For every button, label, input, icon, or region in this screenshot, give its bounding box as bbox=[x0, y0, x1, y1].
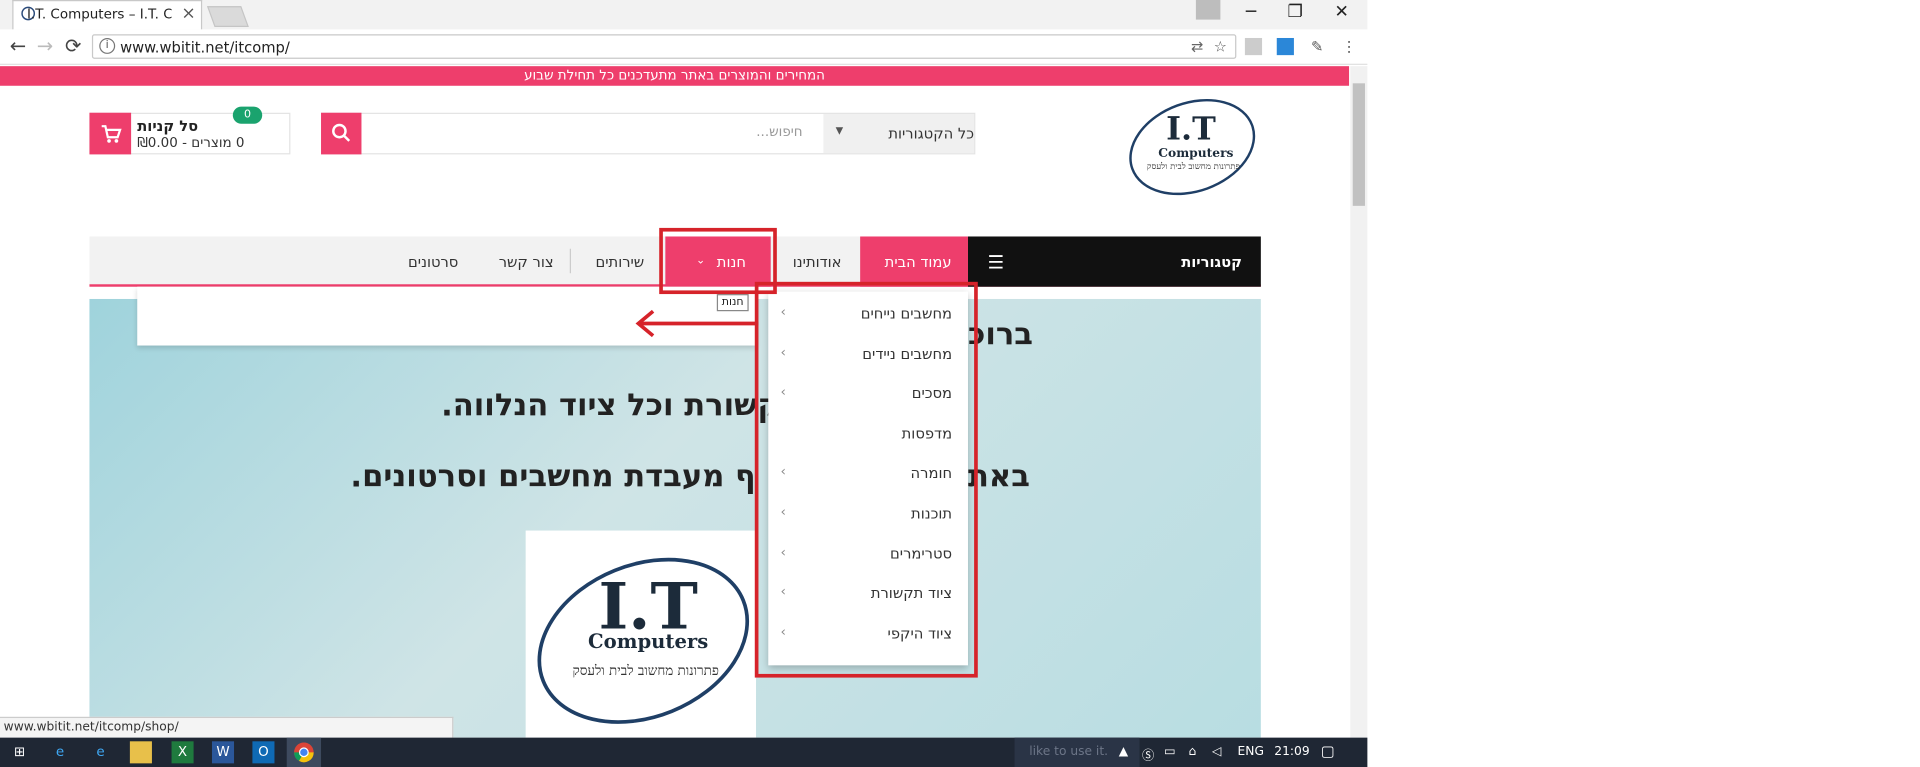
hero-logo-image: I.T Computers פתרונות מחשוב לבית ולעסק bbox=[537, 557, 750, 724]
tray-chevron-up-icon[interactable]: ▲ bbox=[1119, 745, 1128, 758]
download-extension-icon[interactable] bbox=[1276, 37, 1294, 56]
logo-main-text: I.T bbox=[1166, 110, 1216, 148]
search-input[interactable]: חיפוש... bbox=[368, 124, 802, 140]
hero-logo-tagline: פתרונות מחשוב לבית ולעסק bbox=[573, 663, 719, 679]
chrome-menu-icon[interactable]: ⋮ bbox=[1340, 38, 1357, 55]
excel-icon[interactable]: X bbox=[171, 741, 194, 764]
new-tab-button[interactable] bbox=[206, 6, 249, 27]
hero-line-3b: ף מעבדת מחשבים וסרטונים. bbox=[350, 458, 756, 494]
edge-icon[interactable]: e bbox=[89, 741, 111, 763]
site-info-icon[interactable]: i bbox=[99, 37, 116, 54]
tray-volume-icon[interactable]: ◁ bbox=[1212, 745, 1221, 758]
windows-start-icon[interactable]: ⊞ bbox=[9, 741, 31, 763]
tray-skype-icon[interactable]: Ⓢ bbox=[1142, 745, 1154, 763]
annotation-box-dropdown bbox=[754, 281, 978, 678]
cart-button[interactable] bbox=[89, 112, 132, 155]
close-window-icon[interactable]: ✕ bbox=[1329, 2, 1354, 22]
logo-sub-text: Computers bbox=[1158, 145, 1233, 160]
action-center-icon[interactable]: ▢ bbox=[1321, 743, 1335, 760]
annotation-arrow-icon bbox=[635, 309, 759, 338]
search-icon bbox=[332, 123, 351, 142]
menu-item-contact[interactable]: צור קשר bbox=[499, 254, 554, 271]
chevron-down-icon: ▼ bbox=[835, 124, 844, 137]
tray-language[interactable]: ENG bbox=[1238, 745, 1264, 758]
cart-count-badge: 0 bbox=[232, 106, 263, 124]
hero-line-2: קשורת וכל ציוד הנלווה. bbox=[441, 387, 780, 423]
categories-label: קטגוריות bbox=[1181, 253, 1242, 271]
profile-icon[interactable] bbox=[1195, 0, 1221, 20]
eyedropper-extension-icon[interactable]: ✎ bbox=[1309, 38, 1326, 55]
search-button[interactable] bbox=[321, 112, 362, 155]
file-explorer-icon[interactable] bbox=[129, 741, 152, 764]
notification-toast-text: like to use it. bbox=[1029, 744, 1109, 759]
url-text[interactable]: www.wbitit.net/itcomp/ bbox=[120, 39, 290, 56]
screenshot-stage: I.T. Computers – I.T. Com × ─ ❐ ✕ ← → ⟳ … bbox=[0, 0, 1368, 767]
tab-strip bbox=[0, 0, 1368, 30]
menu-item-services[interactable]: שירותים bbox=[595, 254, 644, 271]
ie-icon[interactable]: e bbox=[49, 741, 71, 763]
tray-clock[interactable]: 21:09 bbox=[1274, 745, 1309, 758]
menu-item-videos[interactable]: סרטונים bbox=[408, 254, 458, 271]
windows-taskbar bbox=[0, 737, 1368, 767]
back-icon[interactable]: ← bbox=[10, 34, 26, 57]
outlook-icon[interactable]: O bbox=[252, 741, 275, 764]
pdf-extension-icon[interactable] bbox=[1244, 37, 1263, 56]
cart-summary: 0 מוצרים - ₪0.00 bbox=[137, 134, 245, 151]
shopping-cart-icon bbox=[101, 125, 122, 143]
category-select-label: כל הקטגוריות bbox=[888, 124, 975, 143]
bookmark-star-icon[interactable]: ☆ bbox=[1212, 38, 1229, 55]
promo-banner: המחירים והמוצרים באתר מתעדכנים כל תחילת … bbox=[0, 66, 1350, 86]
status-bar-url: www.wbitit.net/itcomp/shop/ bbox=[0, 716, 454, 738]
tray-battery-icon[interactable]: ▭ bbox=[1164, 745, 1176, 758]
tab-title: I.T. Computers – I.T. Com bbox=[26, 6, 172, 23]
scrollbar-thumb[interactable] bbox=[1352, 83, 1365, 206]
chrome-icon bbox=[294, 742, 314, 763]
logo-tagline: פתרונות מחשוב לבית ולעסק bbox=[1147, 162, 1241, 172]
word-icon[interactable]: W bbox=[211, 741, 235, 764]
menu-home-label: עמוד הבית bbox=[884, 253, 952, 271]
tray-network-icon[interactable]: ⌂ bbox=[1189, 745, 1197, 758]
minimize-icon[interactable]: ─ bbox=[1239, 2, 1264, 22]
hero-logo-card: I.T Computers פתרונות מחשוב לבית ולעסק bbox=[525, 530, 757, 738]
restore-icon[interactable]: ❐ bbox=[1283, 2, 1308, 22]
tab-close-icon[interactable]: × bbox=[181, 4, 195, 24]
hamburger-icon: ☰ bbox=[987, 251, 1005, 274]
forward-icon[interactable]: → bbox=[37, 34, 53, 57]
cart-title: סל קניות bbox=[137, 117, 199, 135]
site-logo[interactable]: I.T Computers פתרונות מחשוב לבית ולעסק bbox=[1125, 93, 1260, 196]
menu-item-about[interactable]: אודותינו bbox=[793, 254, 842, 271]
translate-icon[interactable]: ⇄ bbox=[1189, 38, 1206, 55]
menu-divider bbox=[569, 248, 571, 274]
reload-icon[interactable]: ⟳ bbox=[65, 34, 81, 57]
hero-logo-sub: Computers bbox=[588, 630, 708, 653]
